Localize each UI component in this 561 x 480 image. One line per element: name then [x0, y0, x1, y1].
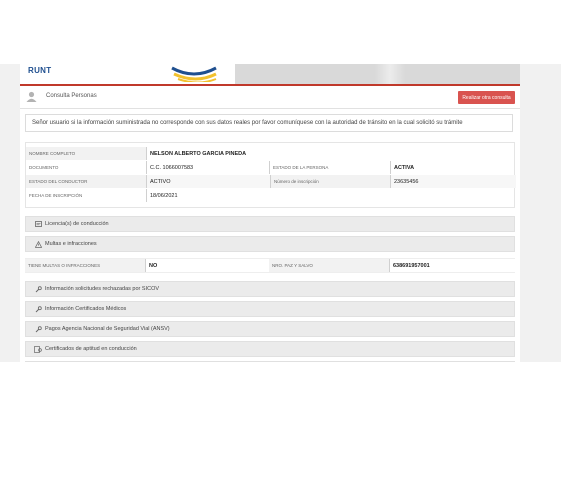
runt-logo-text: RUNT [28, 66, 52, 75]
numero-inscripcion-label: Número de inscripción [270, 175, 390, 188]
nombre-label: NOMBRE COMPLETO [26, 147, 146, 160]
fecha-inscripcion-value: 18/06/2021 [146, 189, 270, 202]
site-header: RUNT [20, 64, 520, 84]
documento-value: C.C. 1066007583 [146, 161, 270, 174]
warning-icon [34, 240, 42, 248]
notice-box: Señor usuario si la información suminist… [25, 114, 513, 132]
section-aptitud-label: Certificados de aptitud en conducción [45, 346, 137, 352]
certificate-icon [34, 345, 42, 353]
fecha-inscripcion-label: FECHA DE INSCRIPCIÓN [29, 193, 83, 198]
wrench-icon [34, 325, 42, 333]
browser-viewport: RUNT Consulta Personas Realizar otra con… [0, 64, 561, 362]
notice-text: Señor usuario si la información suminist… [32, 120, 463, 126]
section-aptitud[interactable]: Certificados de aptitud en conducción [25, 341, 515, 357]
tiene-multas-label: TIENE MULTAS O INFRACCIONES [25, 259, 145, 272]
nombre-value: NELSON ALBERTO GARCIA PINEDA [146, 147, 516, 160]
row-conductor: ESTADO DEL CONDUCTOR ACTIVO Número de in… [26, 175, 516, 188]
wrench-icon [34, 285, 42, 293]
license-card-icon [34, 220, 42, 228]
numero-inscripcion-value: 23635456 [390, 175, 516, 188]
person-info-panel: NOMBRE COMPLETO NELSON ALBERTO GARCIA PI… [25, 142, 516, 208]
estado-conductor-label: ESTADO DEL CONDUCTOR [26, 175, 146, 188]
estado-conductor-value: ACTIVO [146, 175, 270, 188]
header-banner [235, 64, 520, 84]
page-title: Consulta Personas [46, 93, 97, 99]
fines-summary-row: TIENE MULTAS O INFRACCIONES NO NRO. PAZ … [25, 258, 515, 273]
paz-salvo-label: NRO. PAZ Y SALVO [269, 259, 389, 272]
row-documento: DOCUMENTO C.C. 1066007583 ESTADO DE LA P… [26, 161, 516, 174]
runt-logo-icon [171, 66, 217, 82]
section-multas-label: Multas e infracciones [45, 241, 97, 247]
row-nombre: NOMBRE COMPLETO NELSON ALBERTO GARCIA PI… [26, 147, 516, 160]
new-query-button[interactable]: Realizar otra consulta [458, 91, 515, 104]
section-ansv-label: Pagos Agencia Nacional de Seguridad Vial… [45, 326, 170, 332]
section-licencias-label: Licencia(s) de conducción [45, 221, 109, 227]
estado-persona-label: ESTADO DE LA PERSONA [273, 165, 329, 170]
panel-title-bar: Consulta Personas Realizar otra consulta [20, 86, 520, 109]
consulta-panel: Consulta Personas Realizar otra consulta… [20, 84, 520, 362]
paz-salvo-value: 638691957001 [389, 259, 515, 272]
section-multas[interactable]: Multas e infracciones [25, 236, 515, 252]
wrench-icon [34, 305, 42, 313]
section-sicov-label: Información solicitudes rechazadas por S… [45, 286, 160, 292]
row-fecha: FECHA DE INSCRIPCIÓN 18/06/2021 [26, 189, 516, 202]
section-certificados-medicos-label: Información Certificados Médicos [45, 306, 127, 312]
tiene-multas-value: NO [145, 259, 269, 272]
section-certificados-medicos[interactable]: Información Certificados Médicos [25, 301, 515, 317]
section-licencias[interactable]: Licencia(s) de conducción [25, 216, 515, 232]
documento-label: DOCUMENTO [29, 165, 59, 170]
section-sicov[interactable]: Información solicitudes rechazadas por S… [25, 281, 515, 297]
user-icon [26, 91, 37, 102]
estado-persona-value: ACTIVA [390, 161, 516, 174]
section-next-partial[interactable] [25, 361, 515, 362]
header-banner-highlight [375, 64, 405, 84]
section-ansv[interactable]: Pagos Agencia Nacional de Seguridad Vial… [25, 321, 515, 337]
